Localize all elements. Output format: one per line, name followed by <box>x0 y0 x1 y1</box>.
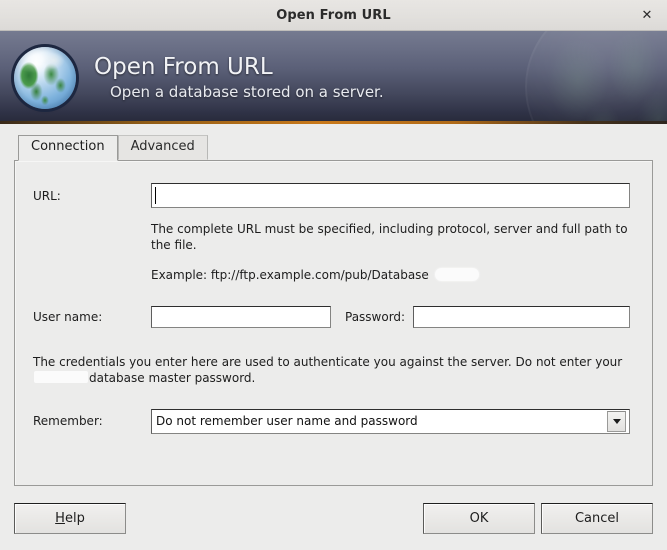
globe-icon <box>14 46 76 109</box>
help-button-mnemonic: H <box>55 510 65 526</box>
titlebar: Open From URL ✕ <box>0 0 667 31</box>
banner-title: Open From URL <box>94 53 273 80</box>
url-label: URL: <box>33 188 61 203</box>
dialog-body: Connection Advanced URL: The complete UR… <box>0 124 667 486</box>
banner-subtitle: Open a database stored on a server. <box>110 82 384 101</box>
user-name-input[interactable] <box>151 305 331 328</box>
remember-label: Remember: <box>33 414 103 429</box>
credentials-note-part2: database master password. <box>89 371 256 386</box>
remember-row: Remember: Do not remember user name and … <box>33 408 630 434</box>
tabstrip: Connection Advanced <box>18 134 653 161</box>
remember-selected-value: Do not remember user name and password <box>156 414 418 429</box>
open-from-url-dialog: Open From URL ✕ Open From URL Open a dat… <box>0 0 667 550</box>
url-example-line: Example: ftp://ftp.example.com/pub/Datab… <box>151 268 630 282</box>
tabpanel-connection: URL: The complete URL must be specified,… <box>14 160 653 486</box>
tab-connection[interactable]: Connection <box>18 134 118 161</box>
credentials-note: The credentials you enter here are used … <box>33 354 630 387</box>
credentials-note-part1: The credentials you enter here are used … <box>33 354 623 369</box>
dialog-footer: Help OK Cancel <box>0 486 667 550</box>
chevron-down-icon[interactable] <box>607 410 626 432</box>
url-example-text: Example: ftp://ftp.example.com/pub/Datab… <box>151 267 429 282</box>
text-caret <box>155 187 156 204</box>
url-help-text: The complete URL must be specified, incl… <box>151 222 628 252</box>
password-label: Password: <box>345 309 406 324</box>
dialog-banner: Open From URL Open a database stored on … <box>0 31 667 124</box>
url-input[interactable] <box>151 183 630 208</box>
close-icon[interactable]: ✕ <box>637 5 657 25</box>
tab-advanced[interactable]: Advanced <box>117 134 208 160</box>
help-button-label: elp <box>64 510 85 526</box>
redaction-block-example <box>434 268 479 282</box>
user-name-label: User name: <box>33 309 103 324</box>
redaction-block-product <box>34 371 88 384</box>
help-button[interactable]: Help <box>14 502 126 534</box>
ok-button[interactable]: OK <box>423 502 535 534</box>
credentials-row: User name: Password: <box>33 305 630 328</box>
remember-select[interactable]: Do not remember user name and password <box>151 408 630 434</box>
url-row: URL: <box>33 183 630 208</box>
cancel-button[interactable]: Cancel <box>541 502 653 534</box>
url-input-wrap <box>151 183 630 208</box>
password-input[interactable] <box>413 305 630 328</box>
window-title: Open From URL <box>276 7 391 23</box>
